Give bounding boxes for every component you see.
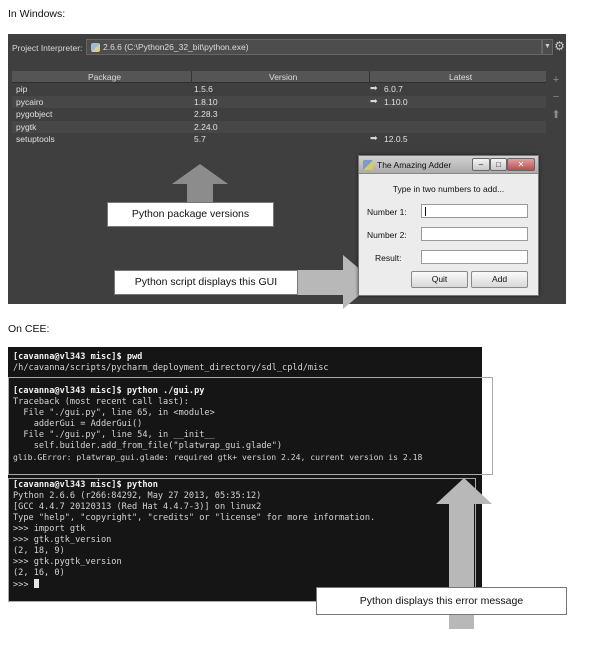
result-field[interactable] [421,250,528,264]
arrow-shaft [187,183,213,203]
amazing-adder-dialog: The Amazing Adder – □ ✕ Type in two numb… [358,155,539,296]
package-table-header: Package Version Latest [12,71,546,83]
package-name: pygtk [16,121,37,132]
table-row[interactable]: setuptools 5.7 ➡ 12.0.5 [12,133,546,146]
interpreter-select[interactable]: 2.6.6 (C:\Python26_32_bit\python.exe) [86,39,542,55]
package-name: pycairo [16,96,44,107]
add-button[interactable]: Add [471,271,528,288]
column-version[interactable]: Version [269,72,297,82]
column-latest[interactable]: Latest [449,72,472,82]
error-highlight-box [8,377,493,475]
column-divider [191,71,192,83]
table-row[interactable]: pygtk 2.24.0 [12,120,546,133]
number1-label: Number 1: [367,207,407,217]
upgrade-arrow-icon[interactable]: ⬆ [550,108,562,121]
callout-error-message: Python displays this error message [316,587,567,615]
package-version: 2.24.0 [194,121,218,132]
package-latest: 1.10.0 [384,96,408,107]
number1-input[interactable] [421,204,528,218]
dialog-prompt: Type in two numbers to add... [392,184,505,194]
column-divider [369,71,370,83]
package-latest: 12.0.5 [384,134,408,144]
package-name: pip [16,84,28,94]
chevron-down-icon[interactable]: ▼ [542,39,553,55]
number2-input[interactable] [421,227,528,241]
package-table-body: pip 1.5.6 ➡ 6.0.7 pycairo 1.8.10 ➡ 1.10.… [12,83,546,146]
number2-label: Number 2: [367,230,407,240]
dialog-titlebar[interactable]: The Amazing Adder – □ ✕ [359,156,538,174]
column-package[interactable]: Package [88,72,121,82]
package-version: 5.7 [194,134,206,144]
table-row[interactable]: pygobject 2.28.3 [12,108,546,121]
upgrade-arrow-icon: ➡ [370,133,378,143]
package-name: setuptools [16,134,55,144]
arrow-shaft [296,270,344,295]
callout-script-gui: Python script displays this GUI [114,270,298,295]
windows-heading: In Windows: [8,8,66,20]
version-highlight-box [8,478,476,602]
package-version: 1.5.6 [194,84,213,94]
package-version: 2.28.3 [194,109,218,119]
plus-icon[interactable]: + [550,74,562,86]
quit-button[interactable]: Quit [411,271,468,288]
interpreter-value: 2.6.6 (C:\Python26_32_bit\python.exe) [103,42,249,52]
upgrade-arrow-icon: ➡ [370,83,378,93]
python-logo-icon [363,160,373,170]
maximize-button[interactable]: □ [490,158,507,171]
cee-heading: On CEE: [8,323,50,335]
result-label: Result: [375,253,402,263]
package-version: 1.8.10 [194,96,218,107]
terminal-line: /h/cavanna/scripts/pycharm_deployment_di… [13,363,329,373]
upgrade-arrow-icon: ➡ [370,95,378,106]
interpreter-label: Project Interpreter: [12,43,83,53]
dialog-title: The Amazing Adder [377,160,452,170]
python-logo-icon [91,43,100,52]
text-caret [425,207,426,216]
arrow-up-icon [436,478,492,504]
package-latest: 6.0.7 [384,84,403,94]
table-row[interactable]: pip 1.5.6 ➡ 6.0.7 [12,83,546,96]
callout-package-versions: Python package versions [107,202,274,227]
arrow-up-icon [172,164,228,184]
terminal-line: [cavanna@vl343 misc]$ pwd [13,352,143,362]
minimize-button[interactable]: – [472,158,490,171]
table-row[interactable]: pycairo 1.8.10 ➡ 1.10.0 [12,95,546,108]
package-name: pygobject [16,109,53,119]
minus-icon[interactable]: − [550,91,562,103]
gear-icon[interactable]: ⚙ [553,38,566,54]
close-button[interactable]: ✕ [507,158,535,171]
